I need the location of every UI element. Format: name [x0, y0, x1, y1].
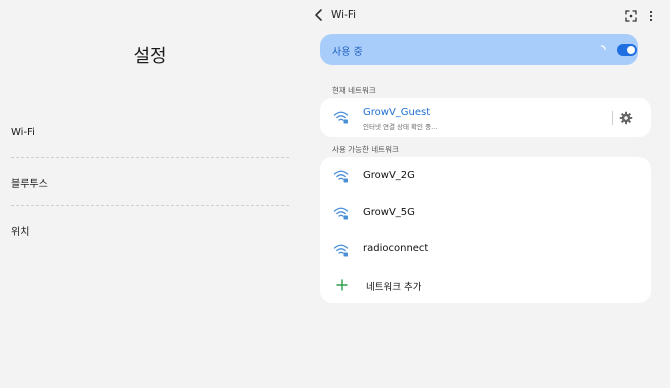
add-network-label: 네트워크 추가 [366, 282, 422, 293]
add-network-button[interactable]: 네트워크 추가 [320, 268, 651, 303]
divider [11, 157, 289, 158]
chevron-left-icon [315, 9, 322, 21]
plus-icon [336, 279, 348, 291]
more-vertical-icon [649, 10, 653, 22]
expand-button[interactable] [624, 8, 638, 22]
network-row[interactable]: radioconnect [320, 231, 651, 268]
available-networks-section-label: 사용 가능한 네트워크 [332, 145, 399, 154]
available-networks-card: GrowV_2G GrowV_5G radioconnect 네트워크 추가 [320, 157, 651, 303]
network-row-current[interactable]: GrowV_Guest 인터넷 연결 상태 확인 중... [320, 98, 651, 137]
current-network-section-label: 현재 네트워크 [332, 86, 376, 95]
settings-item-label: 블루투스 [11, 179, 48, 190]
screen: 설정 Wi-Fi 블루투스 위치 Wi-Fi 사용 중 현재 네트워크 Grow… [0, 0, 670, 388]
network-name: GrowV_2G [363, 170, 415, 181]
current-network-card: GrowV_Guest 인터넷 연결 상태 확인 중... [320, 98, 651, 137]
wifi-lock-icon [333, 207, 349, 220]
network-settings-button[interactable] [619, 110, 633, 125]
settings-item-label: Wi-Fi [11, 127, 35, 138]
settings-item-label: 위치 [11, 227, 30, 238]
settings-title: 설정 [133, 46, 167, 67]
settings-pane: 설정 Wi-Fi 블루투스 위치 [0, 0, 300, 388]
divider [11, 205, 289, 206]
more-options-button[interactable] [646, 8, 656, 22]
network-name: GrowV_5G [363, 207, 415, 218]
page-title: Wi-Fi [331, 9, 357, 21]
divider [612, 111, 613, 125]
wifi-master-switch[interactable]: 사용 중 [320, 34, 638, 65]
wifi-toggle[interactable] [617, 44, 637, 56]
loading-spinner-icon [600, 45, 606, 51]
wifi-lock-icon [333, 111, 349, 124]
wifi-lock-icon [333, 170, 349, 183]
wifi-pane: Wi-Fi 사용 중 현재 네트워크 GrowV_Guest 인터넷 연결 상태… [308, 0, 662, 388]
network-status: 인터넷 연결 상태 확인 중... [363, 123, 438, 131]
network-name: GrowV_Guest [363, 107, 431, 118]
gear-icon [619, 111, 633, 125]
network-name: radioconnect [363, 243, 429, 254]
toggle-knob [627, 46, 635, 54]
back-button[interactable] [311, 6, 327, 24]
usage-label: 사용 중 [332, 47, 363, 58]
network-row[interactable]: GrowV_5G [320, 194, 651, 231]
wifi-lock-icon [333, 244, 349, 257]
network-row[interactable]: GrowV_2G [320, 157, 651, 194]
wifi-header: Wi-Fi [308, 4, 662, 26]
expand-icon [625, 10, 637, 22]
